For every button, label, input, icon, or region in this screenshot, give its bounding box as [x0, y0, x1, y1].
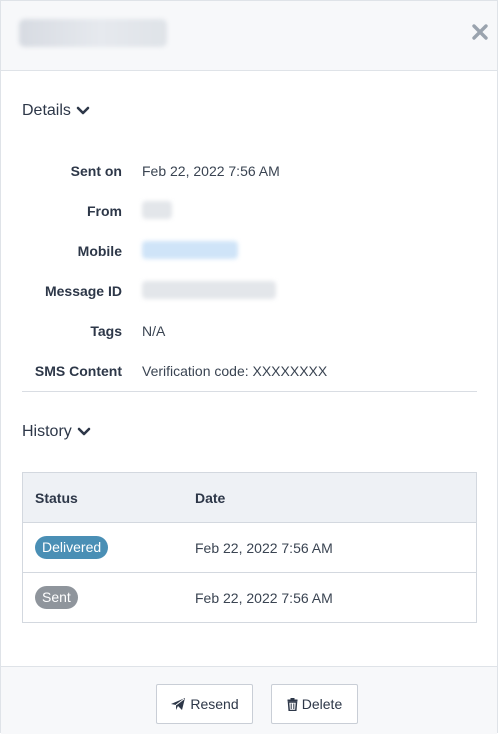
- column-header-date: Date: [195, 489, 226, 506]
- detail-row-tags: Tags N/A: [22, 311, 477, 351]
- date-cell: Feb 22, 2022 7:56 AM: [195, 539, 333, 556]
- detail-label: SMS Content: [34, 363, 122, 379]
- status-badge: Delivered: [35, 536, 109, 559]
- details-heading: Details: [22, 102, 71, 119]
- chevron-down-icon: [77, 427, 91, 436]
- history-table: Status Date Delivered Feb 22, 2022 7:56 …: [22, 472, 477, 623]
- resend-button[interactable]: Resend: [156, 684, 253, 724]
- column-header-status: Status: [35, 489, 78, 506]
- mobile-link-redacted[interactable]: [142, 240, 238, 259]
- detail-row-from: From: [22, 191, 477, 231]
- panel-footer: Resend Delete: [1, 666, 497, 734]
- delete-button[interactable]: Delete: [271, 684, 358, 724]
- status-badge: Sent: [35, 586, 78, 609]
- history-heading: History: [22, 423, 72, 440]
- details-list: Sent on Feb 22, 2022 7:56 AM From Mobile…: [22, 151, 477, 391]
- section-divider: [22, 391, 477, 392]
- detail-value: [142, 280, 276, 302]
- resend-label: Resend: [190, 696, 239, 712]
- recipient-title-redacted: [19, 19, 167, 47]
- from-value-redacted: [142, 200, 172, 219]
- chevron-down-icon: [76, 106, 90, 115]
- detail-label: Tags: [90, 323, 122, 339]
- table-row: Sent Feb 22, 2022 7:56 AM: [23, 573, 476, 622]
- detail-label: Mobile: [77, 243, 122, 259]
- table-row: Delivered Feb 22, 2022 7:56 AM: [23, 523, 476, 573]
- detail-value: [142, 240, 238, 262]
- date-cell: Feb 22, 2022 7:56 AM: [195, 589, 333, 606]
- close-icon[interactable]: [471, 23, 489, 41]
- detail-value: N/A: [142, 323, 166, 339]
- detail-row-sms-content: SMS Content Verification code: XXXXXXXX: [22, 351, 477, 391]
- detail-value: Feb 22, 2022 7:56 AM: [142, 163, 280, 179]
- panel-header: [1, 1, 497, 71]
- detail-value: [142, 200, 172, 222]
- detail-row-sent-on: Sent on Feb 22, 2022 7:56 AM: [22, 151, 477, 191]
- message-id-redacted: [142, 280, 276, 299]
- detail-label: From: [87, 203, 122, 219]
- history-toggle[interactable]: History: [22, 423, 91, 441]
- paper-plane-icon: [171, 698, 186, 710]
- status-cell: Delivered: [23, 536, 195, 559]
- trash-icon: [287, 697, 298, 711]
- detail-row-mobile: Mobile: [22, 231, 477, 271]
- status-cell: Sent: [23, 586, 195, 609]
- detail-row-message-id: Message ID: [22, 271, 477, 311]
- detail-value: Verification code: XXXXXXXX: [142, 363, 328, 379]
- message-detail-panel: Details Sent on Feb 22, 2022 7:56 AM Fro…: [0, 0, 498, 734]
- table-header: Status Date: [23, 473, 476, 523]
- detail-label: Sent on: [70, 163, 122, 179]
- detail-label: Message ID: [44, 283, 122, 299]
- details-toggle[interactable]: Details: [22, 102, 90, 120]
- delete-label: Delete: [301, 696, 343, 712]
